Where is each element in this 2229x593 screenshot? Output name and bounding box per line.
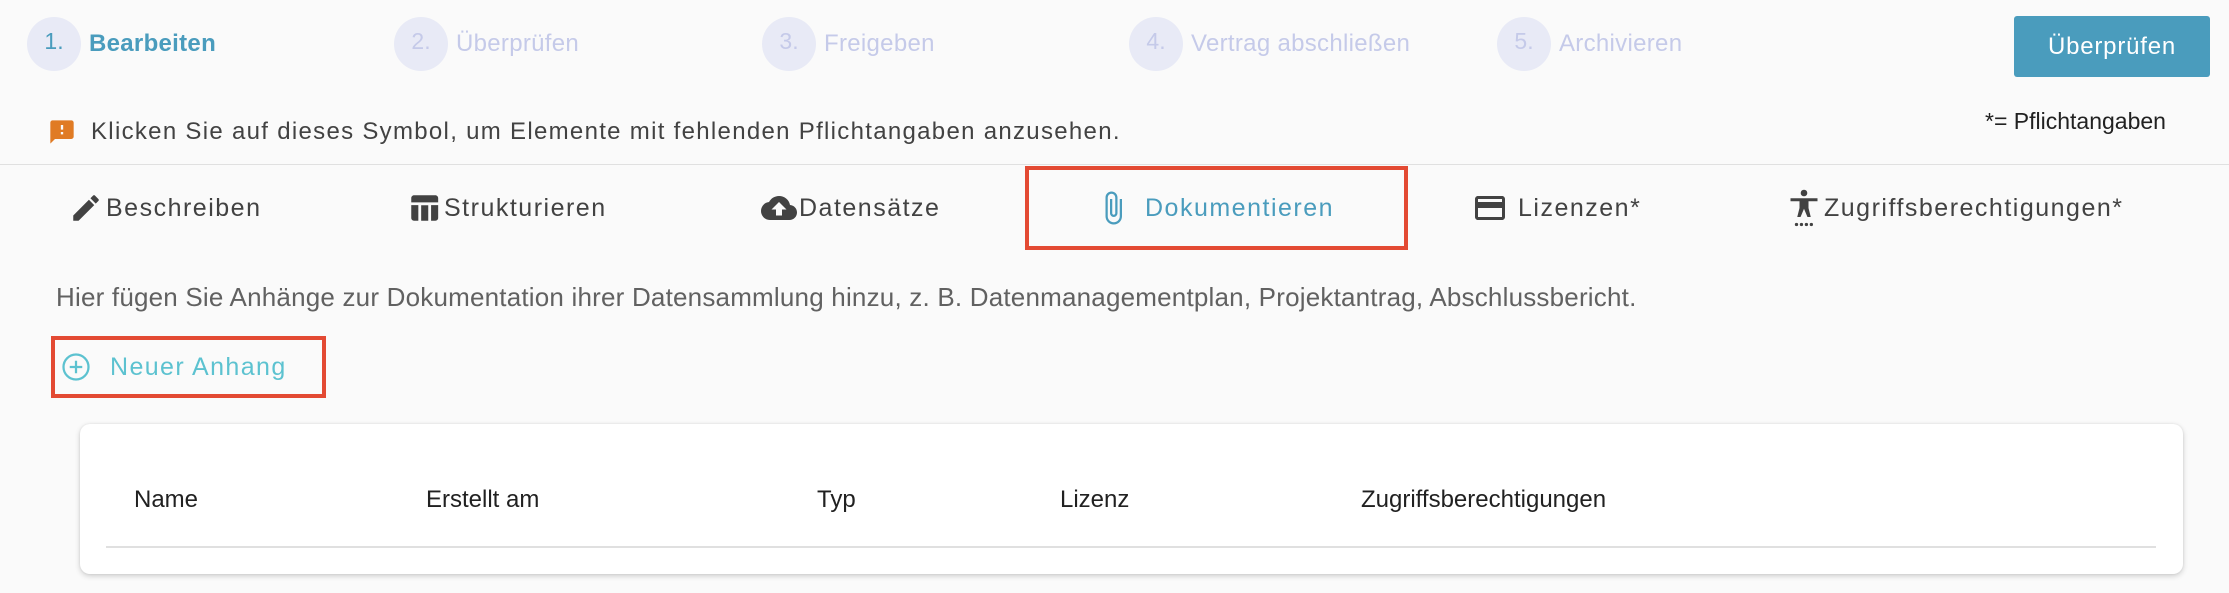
cloud-upload-icon: [761, 190, 797, 226]
step-freigeben[interactable]: 3. Freigeben: [762, 16, 935, 72]
column-header-name[interactable]: Name: [134, 486, 198, 514]
highlight-box-attachment: [51, 336, 326, 398]
highlight-box-tab: [1025, 166, 1408, 250]
tab-datensaetze[interactable]: Datensätze: [761, 180, 940, 236]
warning-message-icon[interactable]: [48, 118, 76, 146]
tab-label: Beschreiben: [106, 193, 262, 222]
column-header-created[interactable]: Erstellt am: [426, 486, 539, 514]
accessibility-icon: [1786, 189, 1822, 227]
tab-strukturieren[interactable]: Strukturieren: [406, 180, 607, 236]
step-number: 3.: [762, 17, 816, 71]
step-number: 4.: [1129, 17, 1183, 71]
tab-label: Lizenzen*: [1518, 193, 1642, 222]
page: 1. Bearbeiten 2. Überprüfen 3. Freigeben…: [0, 0, 2229, 593]
step-label: Überprüfen: [456, 30, 580, 57]
table-icon: [406, 190, 442, 226]
step-number: 2.: [394, 17, 448, 71]
pencil-icon: [68, 190, 104, 226]
column-header-access[interactable]: Zugriffsberechtigungen: [1361, 486, 1606, 514]
table-header-divider: [106, 546, 2156, 548]
tab-label: Datensätze: [799, 193, 941, 222]
step-archivieren[interactable]: 5. Archivieren: [1497, 16, 1682, 72]
attachments-table: Name Erstellt am Typ Lizenz Zugriffsbere…: [80, 424, 2183, 574]
step-bearbeiten[interactable]: 1. Bearbeiten: [27, 16, 216, 72]
step-label: Freigeben: [824, 30, 935, 57]
tab-beschreiben[interactable]: Beschreiben: [68, 180, 261, 236]
step-number: 5.: [1497, 17, 1551, 71]
step-number: 1.: [27, 17, 81, 71]
required-fields-hint: *= Pflichtangaben: [1985, 108, 2166, 134]
step-label: Bearbeiten: [89, 30, 217, 57]
section-description: Hier fügen Sie Anhänge zur Dokumentation…: [56, 282, 1637, 312]
column-header-type[interactable]: Typ: [817, 486, 856, 514]
notice-text: Klicken Sie auf dieses Symbol, um Elemen…: [91, 118, 1121, 145]
step-ueberpruefen[interactable]: 2. Überprüfen: [394, 16, 579, 72]
column-header-license[interactable]: Lizenz: [1060, 486, 1129, 514]
review-button[interactable]: Überprüfen: [2014, 16, 2210, 77]
divider: [0, 164, 2229, 165]
step-label: Archivieren: [1559, 30, 1683, 57]
tab-label: Strukturieren: [444, 193, 607, 222]
step-label: Vertrag abschließen: [1191, 30, 1411, 57]
step-vertrag-abschliessen[interactable]: 4. Vertrag abschließen: [1129, 16, 1410, 72]
tab-label: Zugriffsberechtigungen*: [1824, 193, 2124, 222]
credit-card-icon: [1472, 190, 1508, 226]
tab-zugriffsberechtigungen[interactable]: Zugriffsberechtigungen*: [1786, 180, 2124, 236]
missing-fields-notice: Klicken Sie auf dieses Symbol, um Elemen…: [48, 118, 1121, 146]
tab-lizenzen[interactable]: Lizenzen*: [1472, 180, 1641, 236]
